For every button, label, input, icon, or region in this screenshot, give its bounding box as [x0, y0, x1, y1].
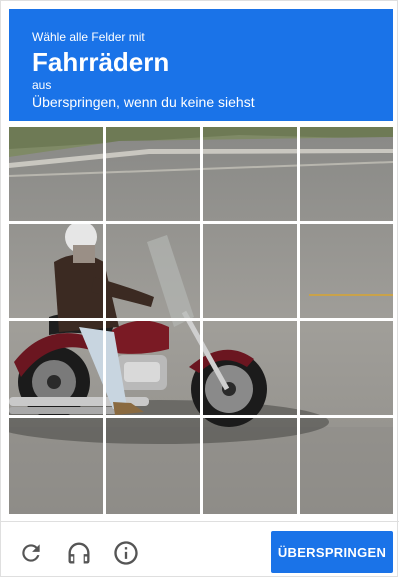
audio-challenge-button[interactable] [64, 538, 94, 568]
tile[interactable] [9, 224, 104, 319]
captcha-dialog: Wähle alle Felder mit Fahrrädern aus Übe… [0, 0, 399, 577]
footer-divider [1, 521, 399, 522]
connector-text: aus [32, 78, 52, 92]
info-button[interactable] [111, 538, 141, 568]
reload-button[interactable] [16, 538, 46, 568]
tile[interactable] [106, 321, 201, 416]
tile[interactable] [9, 418, 104, 514]
tile[interactable] [9, 127, 104, 222]
image-grid [9, 127, 393, 514]
grid-divider [9, 415, 393, 418]
tile[interactable] [106, 418, 201, 514]
info-icon [114, 541, 138, 565]
tile-grid [9, 127, 393, 514]
grid-divider [9, 318, 393, 321]
tile[interactable] [203, 224, 298, 319]
grid-divider [9, 221, 393, 224]
tile[interactable] [203, 127, 298, 222]
tile[interactable] [106, 127, 201, 222]
tile[interactable] [203, 321, 298, 416]
tile[interactable] [203, 418, 298, 514]
tile[interactable] [300, 321, 393, 416]
tile[interactable] [106, 224, 201, 319]
tile[interactable] [9, 321, 104, 416]
target-object-text: Fahrrädern [32, 47, 170, 77]
tile[interactable] [300, 418, 393, 514]
challenge-header: Wähle alle Felder mit Fahrrädern aus Übe… [9, 9, 393, 121]
skip-hint-text: Überspringen, wenn du keine siehst [32, 94, 255, 110]
instruction-text: Wähle alle Felder mit [32, 30, 145, 44]
tile[interactable] [300, 127, 393, 222]
headphones-icon [68, 542, 90, 564]
reload-icon [22, 544, 40, 562]
tile[interactable] [300, 224, 393, 319]
skip-button[interactable]: ÜBERSPRINGEN [271, 531, 393, 573]
